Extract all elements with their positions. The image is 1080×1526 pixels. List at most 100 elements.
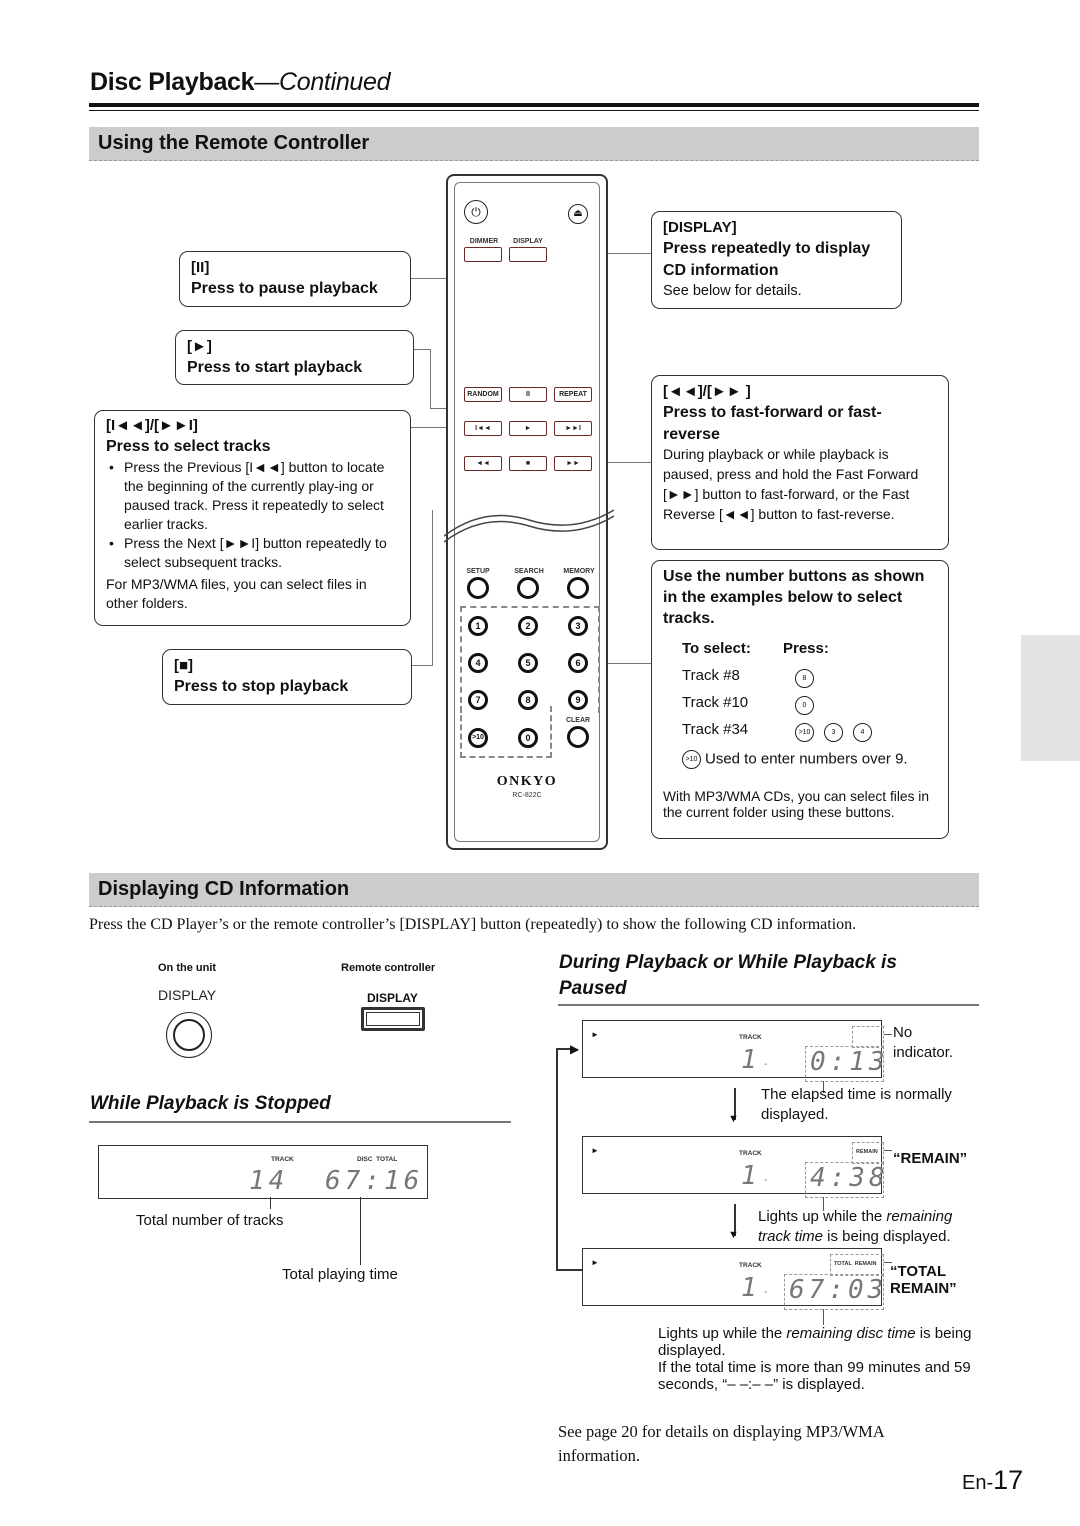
digit-1-button[interactable]: 1: [468, 616, 488, 636]
callout-heading: Use the number buttons as shown in the e…: [663, 568, 925, 628]
lcd-track-label: TRACK: [739, 1262, 762, 1269]
lcd-track-label: TRACK: [739, 1034, 762, 1041]
digit-7-button[interactable]: 7: [468, 690, 488, 710]
remain-indicator-box: REMAIN: [852, 1142, 884, 1164]
digit-9-button[interactable]: 9: [568, 690, 588, 710]
remote-display-button[interactable]: [361, 1007, 425, 1031]
over-10-button[interactable]: >10: [468, 728, 488, 748]
search-label: SEARCH: [514, 568, 544, 575]
stopped-title-rule: [89, 1121, 511, 1123]
stop-button[interactable]: ■: [509, 456, 547, 471]
dimmer-label: DIMMER: [469, 238, 499, 245]
lcd-total-time: 67:16: [325, 1166, 424, 1196]
digit-0-button[interactable]: 0: [518, 728, 538, 748]
clear-button[interactable]: [567, 726, 589, 748]
lcd-remain-time: 4:38: [810, 1163, 889, 1193]
time-box: 67:03: [784, 1274, 884, 1310]
lcd-track-label: TRACK: [271, 1156, 294, 1163]
lcd-total-remain-time: 67:03: [789, 1275, 888, 1305]
key-icon: >10: [682, 750, 701, 770]
note-emphasis: remaining disc time: [786, 1325, 916, 1342]
setup-label: SETUP: [466, 568, 490, 575]
callout-note: For MP3/WMA files, you can select files …: [106, 576, 367, 612]
bullet-item: Press the Previous [I◄◄] button to locat…: [109, 458, 399, 534]
elapsed-note: The elapsed time is normally displayed.: [761, 1086, 952, 1123]
lcd-track-number: 1: [741, 1273, 761, 1303]
lcd-track-label: TRACK: [739, 1150, 762, 1157]
table-row-keys: 0: [795, 696, 824, 716]
remote-display-label: DISPLAY: [367, 991, 418, 1005]
play-button[interactable]: ►: [509, 421, 547, 436]
display-button[interactable]: [509, 247, 547, 262]
key-icon: 8: [795, 669, 814, 689]
callout-fast: [◄◄]/[►► ] Press to fast-forward or fast…: [651, 375, 949, 550]
callout-text: During playback or while playback is pau…: [663, 446, 919, 523]
digit-2-button[interactable]: 2: [518, 616, 538, 636]
note-text: Lights up while the: [758, 1208, 887, 1225]
pointer-line: [884, 1150, 892, 1151]
table-row-track: Track #10: [682, 694, 749, 712]
see-page-note: See page 20 for details on displaying MP…: [558, 1422, 884, 1465]
section-header-cd-info: Displaying CD Information: [89, 873, 979, 907]
callout-heading: Press to fast-forward or fast-reverse: [663, 404, 882, 443]
note-text: Lights up while the: [658, 1325, 787, 1342]
play-indicator-icon: ►: [591, 1030, 599, 1039]
pointer-line: [270, 1197, 271, 1209]
bullet-item: Press the Next [►►I] button repeatedly t…: [109, 534, 399, 572]
arrow-down-icon: ▼: [728, 1229, 739, 1241]
connector-line: [430, 349, 431, 409]
skip-symbol: [I◄◄]/[►►I]: [106, 417, 198, 434]
fast-reverse-button[interactable]: ◄◄: [464, 456, 502, 471]
clear-label: CLEAR: [565, 717, 591, 724]
cycle-line: [556, 1269, 582, 1271]
pointer-line: [823, 1309, 824, 1325]
key-icon: >10: [795, 723, 814, 743]
remote-break-wave: [444, 509, 614, 543]
stop-symbol: [■]: [174, 657, 194, 674]
table-row-track: Track #34: [682, 721, 749, 739]
page-title: Disc Playback—Continued: [90, 68, 391, 97]
callout-heading: Press to pause playback: [191, 280, 378, 298]
table-row-keys: >10 3 4: [795, 723, 882, 743]
digit-5-button[interactable]: 5: [518, 653, 538, 673]
pointer-line: [884, 1034, 892, 1035]
dimmer-button[interactable]: [464, 247, 502, 262]
previous-button[interactable]: I◄◄: [464, 421, 502, 436]
repeat-button[interactable]: REPEAT: [554, 387, 592, 402]
unit-display-label: DISPLAY: [158, 987, 217, 1003]
digit-3-button[interactable]: 3: [568, 616, 588, 636]
random-button[interactable]: RANDOM: [464, 387, 502, 402]
digit-8-button[interactable]: 8: [518, 690, 538, 710]
page-number: En-17: [962, 1465, 1023, 1496]
callout-text: See below for details.: [663, 283, 802, 300]
setup-button[interactable]: [467, 577, 489, 599]
title-rule-thick: [89, 103, 979, 107]
playing-title: During Playback or While Playback is Pau…: [559, 952, 897, 999]
table-row-keys: 8: [795, 669, 824, 689]
callout-stop: [■] Press to stop playback: [162, 649, 412, 705]
next-button[interactable]: ►►I: [554, 421, 592, 436]
lcd-dash: -: [764, 1175, 768, 1186]
lcd-stopped: TRACK DISC TOTAL 14 67:16: [98, 1145, 428, 1199]
digit-4-button[interactable]: 4: [468, 653, 488, 673]
memory-button[interactable]: [567, 577, 589, 599]
connector-line: [412, 665, 432, 666]
power-icon[interactable]: ⏻: [464, 200, 488, 224]
bullet-list: Press the Previous [I◄◄] button to locat…: [106, 458, 399, 572]
unit-display-button-inner: [173, 1019, 205, 1051]
digit-6-button[interactable]: 6: [568, 653, 588, 673]
col-header-select: To select:: [682, 640, 751, 658]
pause-button[interactable]: II: [509, 387, 547, 402]
total-remain-label: “TOTAL REMAIN”: [890, 1263, 957, 1297]
remain-label: “REMAIN”: [893, 1150, 968, 1167]
total-remain-note: Lights up while the remaining disc time …: [658, 1325, 978, 1394]
no-indicator-label: No indicator.: [893, 1024, 954, 1061]
unit-display-button[interactable]: [166, 1012, 212, 1058]
remote-label: Remote controller: [341, 962, 436, 974]
key-icon: 3: [824, 723, 843, 743]
fast-forward-button[interactable]: ►►: [554, 456, 592, 471]
search-button[interactable]: [517, 577, 539, 599]
note-overflow-text: If the total time is more than 99 minute…: [658, 1358, 971, 1393]
eject-icon[interactable]: ⏏: [568, 204, 588, 224]
side-tab: [1021, 635, 1080, 761]
